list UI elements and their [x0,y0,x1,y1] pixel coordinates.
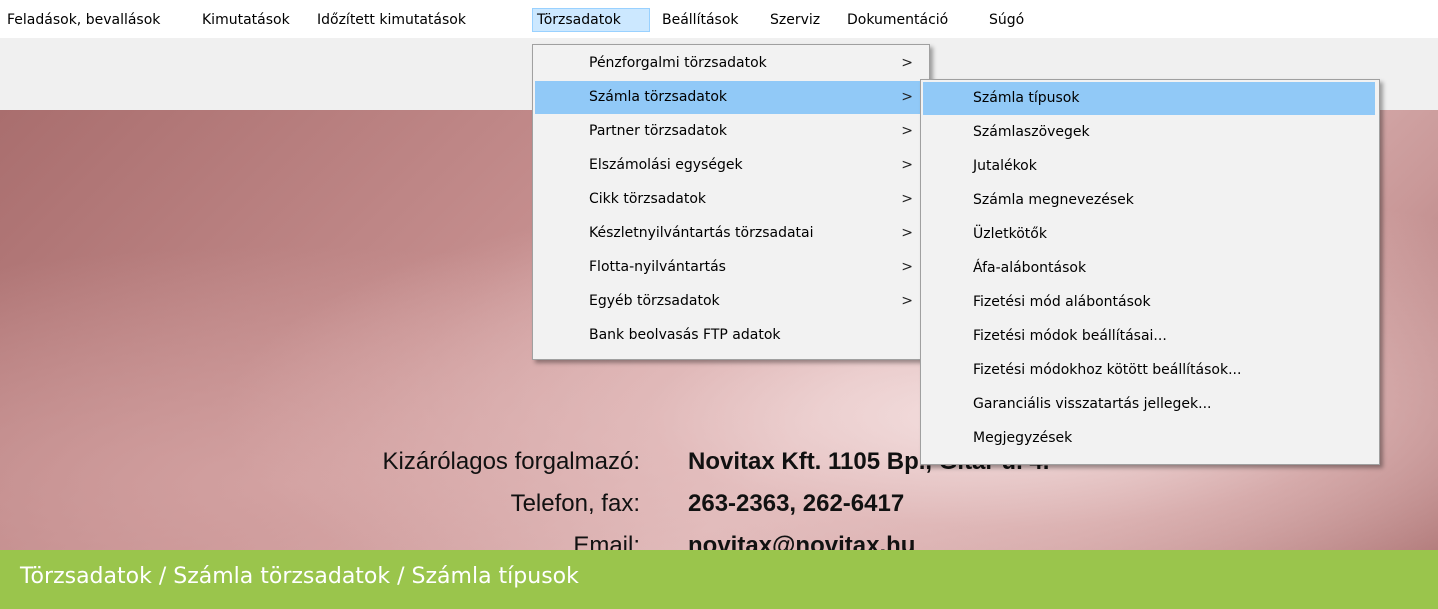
chevron-right-icon: > [901,89,913,105]
submenu-item-label: Jutalékok [973,158,1037,174]
submenu-item-label: Fizetési módok beállításai... [973,328,1167,344]
distributor-label: Kizárólagos forgalmazó: [382,448,640,475]
menu-item-label: Bank beolvasás FTP adatok [589,327,781,343]
menu-item-label: Flotta-nyilvántartás [589,259,726,275]
menu-item-keszlet[interactable]: Készletnyilvántartás törzsadatai > [535,217,925,250]
menu-beallitasok[interactable]: Beállítások [658,8,743,32]
chevron-right-icon: > [901,225,913,241]
menu-idozitett-kimutatasok[interactable]: Időzített kimutatások [313,8,470,32]
breadcrumb-bar: Törzsadatok / Számla törzsadatok / Száml… [0,550,1438,609]
menu-item-cikk[interactable]: Cikk törzsadatok > [535,183,925,216]
menu-szerviz[interactable]: Szerviz [766,8,824,32]
phone-row: Telefon, fax: 263-2363, 262-6417 [290,490,1190,524]
menu-item-label: Egyéb törzsadatok [589,293,720,309]
menu-kimutatasok[interactable]: Kimutatások [198,8,294,32]
phone-value: 263-2363, 262-6417 [688,490,905,517]
menu-torzsadatok[interactable]: Törzsadatok [532,8,650,32]
menu-bar: Feladások, bevallások Kimutatások Időzít… [0,0,1438,38]
submenu-item-szamla-megnevezesek[interactable]: Számla megnevezések [923,184,1375,217]
submenu-item-label: Számlaszövegek [973,124,1090,140]
menu-item-bank-ftp[interactable]: Bank beolvasás FTP adatok [535,319,925,352]
breadcrumb: Törzsadatok / Számla törzsadatok / Száml… [20,564,579,589]
submenu-item-label: Számla megnevezések [973,192,1134,208]
submenu-item-fizetesi-modokhoz-kotott[interactable]: Fizetési módokhoz kötött beállítások... [923,354,1375,387]
submenu-item-label: Fizetési módokhoz kötött beállítások... [973,362,1242,378]
submenu-item-fizetesi-modok-beallitasai[interactable]: Fizetési módok beállításai... [923,320,1375,353]
submenu-item-garancialis[interactable]: Garanciális visszatartás jellegek... [923,388,1375,421]
submenu-item-fizetesi-mod-alabontasok[interactable]: Fizetési mód alábontások [923,286,1375,319]
submenu-item-szamlaszovegek[interactable]: Számlaszövegek [923,116,1375,149]
menu-item-label: Számla törzsadatok [589,89,728,105]
menu-item-partner[interactable]: Partner törzsadatok > [535,115,925,148]
submenu-item-label: Üzletkötők [973,226,1047,242]
torzsadatok-dropdown: Pénzforgalmi törzsadatok > Számla törzsa… [532,44,930,360]
submenu-item-megjegyzesek[interactable]: Megjegyzések [923,422,1375,455]
submenu-item-szamla-tipusok[interactable]: Számla típusok [923,82,1375,115]
menu-item-elszamolasi[interactable]: Elszámolási egységek > [535,149,925,182]
chevron-right-icon: > [901,157,913,173]
menu-item-penzforgalmi[interactable]: Pénzforgalmi törzsadatok > [535,47,925,80]
submenu-item-label: Fizetési mód alábontások [973,294,1151,310]
szamla-submenu: Számla típusok Számlaszövegek Jutalékok … [920,79,1380,465]
menu-item-flotta[interactable]: Flotta-nyilvántartás > [535,251,925,284]
submenu-item-afa-alabontasok[interactable]: Áfa-alábontások [923,252,1375,285]
submenu-item-label: Megjegyzések [973,430,1073,446]
menu-item-label: Pénzforgalmi törzsadatok [589,55,767,71]
chevron-right-icon: > [901,191,913,207]
chevron-right-icon: > [901,55,913,71]
submenu-item-label: Számla típusok [973,90,1080,106]
menu-item-egyeb[interactable]: Egyéb törzsadatok > [535,285,925,318]
submenu-item-label: Áfa-alábontások [973,260,1087,276]
submenu-item-label: Garanciális visszatartás jellegek... [973,396,1212,412]
menu-sugo[interactable]: Súgó [985,8,1028,32]
menu-item-label: Elszámolási egységek [589,157,743,173]
menu-feladasok[interactable]: Feladások, bevallások [3,8,164,32]
chevron-right-icon: > [901,259,913,275]
submenu-item-uzletkotok[interactable]: Üzletkötők [923,218,1375,251]
phone-label: Telefon, fax: [510,490,640,517]
menu-item-szamla-torzsadatok[interactable]: Számla törzsadatok > [535,81,925,114]
chevron-right-icon: > [901,293,913,309]
menu-dokumentacio[interactable]: Dokumentáció [843,8,952,32]
chevron-right-icon: > [901,123,913,139]
menu-item-label: Cikk törzsadatok [589,191,706,207]
submenu-item-jutalekok[interactable]: Jutalékok [923,150,1375,183]
menu-item-label: Partner törzsadatok [589,123,727,139]
menu-item-label: Készletnyilvántartás törzsadatai [589,225,814,241]
